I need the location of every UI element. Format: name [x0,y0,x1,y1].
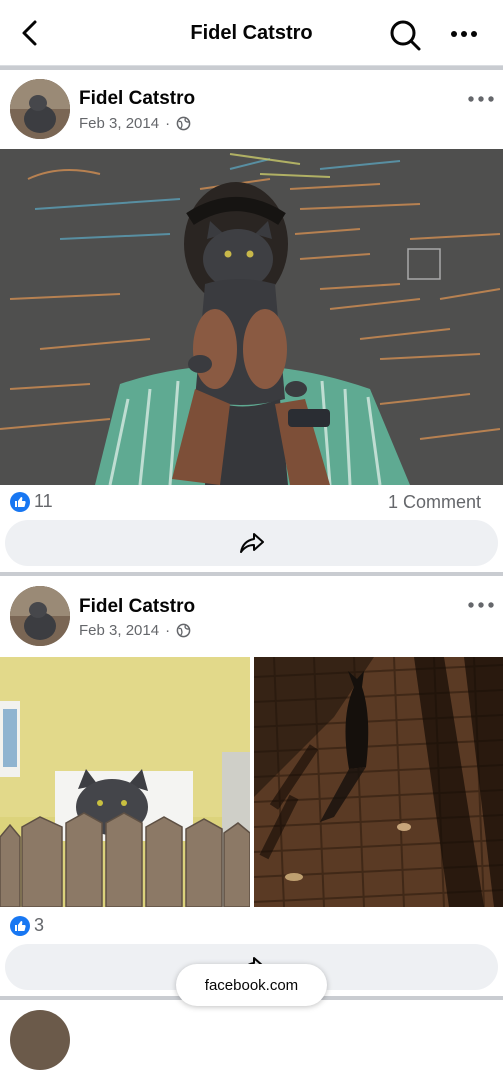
post: Fidel Catstro Feb 3, 2014 · [0,70,503,572]
post-photo[interactable] [0,657,250,907]
post-options-icon[interactable] [466,92,496,106]
globe-icon [176,116,191,131]
avatar[interactable] [10,1010,70,1070]
globe-icon [176,623,191,638]
post-meta: Feb 3, 2014 · [79,622,191,639]
like-icon [10,915,30,936]
top-bar: Fidel Catstro [0,0,503,66]
post-options-icon[interactable] [466,598,496,612]
post: Fidel Catstro Feb 3, 2014 · [0,576,503,996]
brick-shadow-photo [254,657,503,907]
avatar-image [10,79,70,139]
post-date[interactable]: Feb 3, 2014 [79,622,159,639]
meta-separator: · [165,115,171,132]
comment-count[interactable]: 1 Comment [388,492,481,513]
post-date[interactable]: Feb 3, 2014 [79,115,159,132]
post-meta: Feb 3, 2014 · [79,115,191,132]
fence-cat-photo [0,657,250,907]
meta-separator: · [165,622,171,639]
avatar[interactable] [10,586,70,646]
more-horizontal-icon[interactable] [448,20,480,48]
search-icon[interactable] [388,18,422,52]
post-author[interactable]: Fidel Catstro [79,88,195,110]
reaction-number: 11 [34,491,53,511]
like-icon [10,491,30,512]
post-author[interactable]: Fidel Catstro [79,596,195,618]
avatar[interactable] [10,79,70,139]
post-photo[interactable] [254,657,503,907]
post-photo[interactable] [0,149,503,485]
chalkboard-cat-photo [0,149,503,485]
page-title: Fidel Catstro [190,22,313,44]
share-icon [239,533,264,553]
reaction-count[interactable]: 3 [10,915,44,936]
browser-url-pill[interactable]: facebook.com [176,964,327,1006]
reaction-count[interactable]: 11 [10,491,53,512]
reaction-number: 3 [34,915,45,935]
share-button[interactable] [5,520,498,566]
avatar-image [10,586,70,646]
